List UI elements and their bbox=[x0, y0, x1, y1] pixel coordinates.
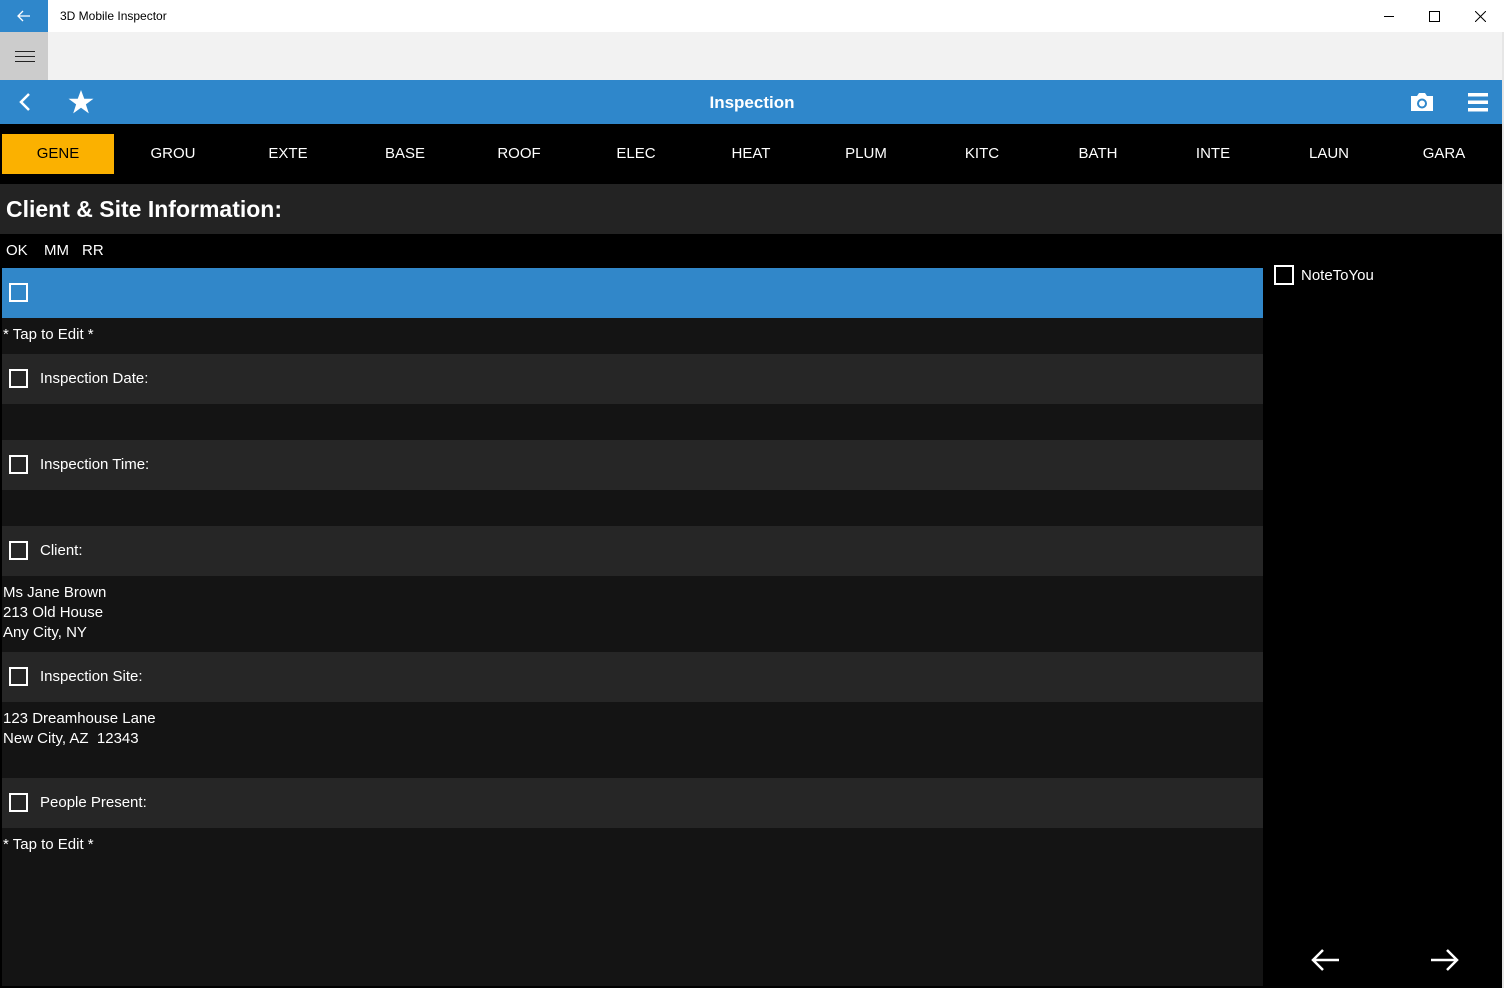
window-title: 3D Mobile Inspector bbox=[60, 9, 167, 23]
legend-rr: RR bbox=[82, 242, 104, 259]
item-checkbox[interactable] bbox=[9, 667, 28, 686]
item-body[interactable]: * Tap to Edit * bbox=[3, 325, 94, 345]
hamburger-icon bbox=[15, 51, 35, 52]
maximize-button[interactable] bbox=[1411, 0, 1457, 32]
item-checkbox[interactable] bbox=[9, 369, 28, 388]
previous-button[interactable] bbox=[1310, 948, 1350, 976]
tab-roof[interactable]: ROOF bbox=[463, 134, 575, 174]
list-item-header[interactable]: People Present: bbox=[2, 778, 1263, 828]
next-button[interactable] bbox=[1430, 948, 1470, 976]
tab-laun[interactable]: LAUN bbox=[1273, 134, 1385, 174]
tab-base[interactable]: BASE bbox=[349, 134, 461, 174]
tab-inte[interactable]: INTE bbox=[1157, 134, 1269, 174]
item-checkbox[interactable] bbox=[9, 541, 28, 560]
item-body[interactable]: 123 Dreamhouse Lane New City, AZ 12343 bbox=[3, 709, 156, 749]
window-titlebar: 3D Mobile Inspector bbox=[0, 0, 1504, 32]
menu-icon bbox=[1468, 93, 1488, 112]
list-item-header[interactable]: Inspection Time: bbox=[2, 440, 1263, 490]
note-label: NoteToYou bbox=[1301, 267, 1374, 284]
item-checkbox[interactable] bbox=[9, 283, 28, 302]
item-label: Inspection Time: bbox=[40, 456, 150, 473]
tab-exte[interactable]: EXTE bbox=[232, 134, 344, 174]
list-item-header[interactable]: Inspection Date: bbox=[2, 354, 1263, 404]
app-bar bbox=[0, 32, 1504, 80]
item-label: People Present: bbox=[40, 794, 147, 811]
item-label: Client: bbox=[40, 542, 83, 559]
tab-heat[interactable]: HEAT bbox=[695, 134, 807, 174]
camera-icon bbox=[1411, 93, 1433, 111]
category-tabs: GENE GROU EXTE BASE ROOF ELEC HEAT PLUM … bbox=[0, 124, 1504, 184]
page-title: Inspection bbox=[709, 93, 795, 112]
note-checkbox[interactable] bbox=[1274, 265, 1294, 285]
item-label: Inspection Site: bbox=[40, 668, 143, 685]
minimize-icon bbox=[1384, 16, 1394, 17]
list-item-header[interactable]: Client: bbox=[2, 526, 1263, 576]
item-label: Inspection Date: bbox=[40, 370, 149, 387]
arrow-right-icon bbox=[1431, 949, 1459, 971]
tab-bath[interactable]: BATH bbox=[1042, 134, 1154, 174]
tab-grou[interactable]: GROU bbox=[117, 134, 229, 174]
close-icon bbox=[1475, 11, 1486, 22]
camera-button[interactable] bbox=[1402, 80, 1442, 124]
legend-mm: MM bbox=[44, 242, 69, 259]
item-body[interactable]: Ms Jane Brown 213 Old House Any City, NY bbox=[3, 583, 106, 643]
close-button[interactable] bbox=[1457, 0, 1503, 32]
inspection-items-list: * Tap to Edit * Inspection Date: Inspect… bbox=[2, 268, 1263, 986]
tab-gene[interactable]: GENE bbox=[2, 134, 114, 174]
item-checkbox[interactable] bbox=[9, 455, 28, 474]
tab-plum[interactable]: PLUM bbox=[810, 134, 922, 174]
list-item-header[interactable]: Inspection Site: bbox=[2, 652, 1263, 702]
arrow-left-icon bbox=[1311, 949, 1339, 971]
hamburger-icon-line bbox=[15, 61, 35, 62]
rating-legend: OK MM RR bbox=[0, 234, 1504, 268]
window-back-button[interactable] bbox=[0, 0, 48, 32]
item-checkbox[interactable] bbox=[9, 793, 28, 812]
maximize-icon bbox=[1429, 11, 1440, 22]
tab-kitc[interactable]: KITC bbox=[926, 134, 1038, 174]
tab-gara[interactable]: GARA bbox=[1388, 134, 1500, 174]
tab-elec[interactable]: ELEC bbox=[580, 134, 692, 174]
minimize-button[interactable] bbox=[1366, 0, 1412, 32]
legend-ok: OK bbox=[6, 242, 28, 259]
arrow-left-icon bbox=[17, 10, 30, 22]
section-title: Client & Site Information: bbox=[6, 196, 282, 222]
hamburger-icon-line bbox=[15, 56, 35, 57]
list-item-header[interactable] bbox=[2, 268, 1263, 318]
menu-button[interactable] bbox=[1458, 80, 1498, 124]
hamburger-button[interactable] bbox=[0, 32, 48, 80]
item-body[interactable]: * Tap to Edit * bbox=[3, 835, 94, 855]
inspection-header: Inspection bbox=[0, 80, 1504, 124]
section-header: Client & Site Information: bbox=[0, 184, 1504, 234]
